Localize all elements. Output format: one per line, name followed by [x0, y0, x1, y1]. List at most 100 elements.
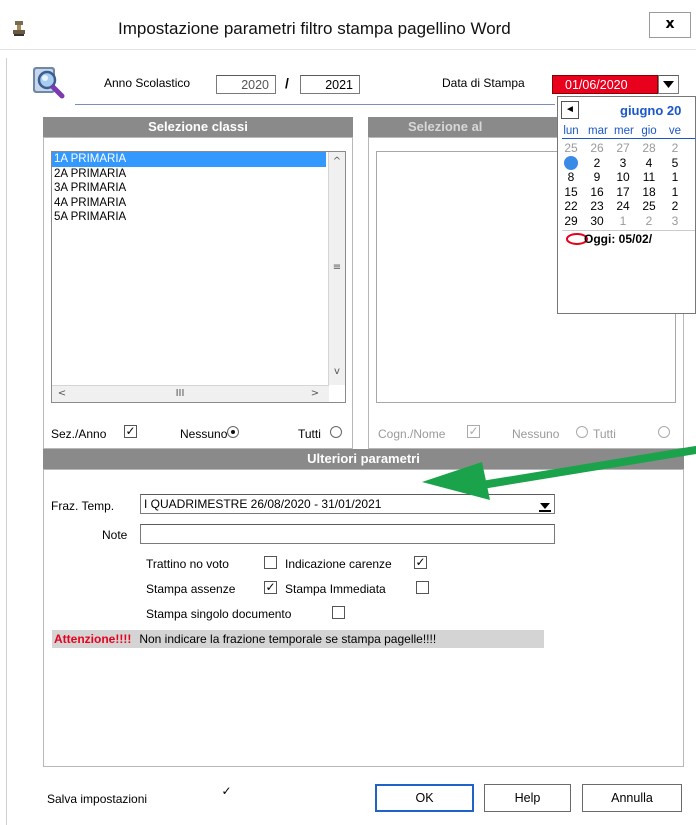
calendar-day[interactable]: 18 — [640, 185, 658, 199]
calendar-day-name: ve — [668, 125, 682, 137]
calendar-day[interactable]: 25 — [640, 199, 658, 213]
list-item[interactable]: 3A PRIMARIA — [52, 181, 326, 196]
calendar-prev-button[interactable]: ◄ — [561, 101, 579, 119]
trattino-label: Trattino no voto — [146, 557, 229, 571]
calendar-day[interactable]: 24 — [614, 199, 632, 213]
classes-tutti-label: Tutti — [298, 427, 321, 441]
calendar-day[interactable]: 22 — [562, 199, 580, 213]
calendar-day[interactable]: 3 — [666, 214, 684, 228]
calendar-day[interactable]: 4 — [640, 156, 658, 170]
scroll-right-icon[interactable]: > — [307, 386, 323, 402]
calendar-day[interactable]: 1 — [666, 170, 684, 184]
list-item[interactable]: 5A PRIMARIA — [52, 210, 326, 225]
calendar-day[interactable]: 2 — [666, 141, 684, 155]
assenze-label: Stampa assenze — [146, 582, 236, 596]
annulla-button[interactable]: Annulla — [582, 784, 682, 812]
note-input[interactable] — [140, 524, 555, 544]
calendar-popup: ◄ giugno 20 lun mar mer gio ve 25 26 27 28 2 1 2 3 4… — [557, 96, 696, 314]
assenze-checkbox[interactable]: ✓ — [264, 581, 277, 594]
calendar-day[interactable]: 1 — [666, 185, 684, 199]
salva-impostazioni-checkbox[interactable]: ✓ — [220, 785, 233, 799]
cogn-nome-label: Cogn./Nome — [378, 427, 446, 441]
data-stampa-field[interactable]: 01/06/2020 — [552, 75, 658, 94]
immediata-label: Stampa Immediata — [285, 582, 386, 596]
classes-listbox[interactable]: 1A PRIMARIA 2A PRIMARIA 3A PRIMARIA 4A PRIM… — [51, 151, 346, 403]
cogn-nome-checkbox[interactable]: ✓ — [467, 425, 480, 438]
classes-hscrollbar[interactable]: < III > — [52, 385, 329, 402]
calendar-month-label[interactable]: giugno 20 — [620, 103, 681, 118]
magnifier-icon — [30, 62, 70, 102]
calendar-day[interactable]: 29 — [562, 214, 580, 228]
calendar-day[interactable]: 27 — [614, 141, 632, 155]
stamp-icon — [12, 20, 26, 36]
list-item[interactable]: 1A PRIMARIA — [52, 152, 326, 167]
scroll-down-icon[interactable]: v — [329, 364, 345, 380]
calendar-day[interactable]: 28 — [640, 141, 658, 155]
anno-separator: / — [285, 75, 289, 91]
list-item[interactable]: 2A PRIMARIA — [52, 167, 326, 182]
calendar-day[interactable]: 23 — [588, 199, 606, 213]
calendar-day-name: gio — [641, 125, 657, 137]
scroll-left-icon[interactable]: < — [54, 386, 70, 402]
students-tutti-radio[interactable] — [658, 426, 670, 438]
calendar-day[interactable]: 10 — [614, 170, 632, 184]
calendar-day-name: mer — [614, 125, 634, 137]
anno-scolastico-label: Anno Scolastico — [104, 76, 191, 90]
annotation-arrow-icon — [420, 440, 696, 500]
ok-button[interactable]: OK — [375, 784, 474, 812]
carenze-checkbox[interactable]: ✓ — [414, 556, 427, 569]
header-underline — [75, 104, 555, 105]
calendar-day[interactable]: 11 — [640, 170, 658, 184]
attention-title: Attenzione!!!! — [54, 632, 132, 646]
calendar-day-names: lun mar mer gio ve — [562, 125, 695, 139]
anno-end-field[interactable]: 2021 — [300, 75, 360, 94]
calendar-day[interactable]: 26 — [588, 141, 606, 155]
sez-anno-checkbox[interactable]: ✓ — [124, 425, 137, 438]
calendar-day[interactable]: 1 — [614, 214, 632, 228]
list-item[interactable]: 4A PRIMARIA — [52, 196, 326, 211]
calendar-day[interactable]: 5 — [666, 156, 684, 170]
calendar-day-name: lun — [563, 125, 579, 137]
immediata-checkbox[interactable] — [416, 581, 429, 594]
classes-tutti-radio[interactable] — [330, 426, 342, 438]
calendar-day[interactable]: 2 — [666, 199, 684, 213]
classes-nessuno-radio[interactable] — [227, 426, 239, 438]
close-button[interactable]: x — [649, 12, 691, 38]
calendar-day[interactable]: 2 — [588, 156, 606, 170]
calendar-day[interactable]: 3 — [614, 156, 632, 170]
calendar-day[interactable]: 17 — [614, 185, 632, 199]
calendar-today-row[interactable]: Oggi: 05/02/ — [562, 230, 695, 246]
students-nessuno-label: Nessuno — [512, 427, 560, 441]
data-stampa-label: Data di Stampa — [442, 76, 525, 90]
help-button[interactable]: Help — [484, 784, 571, 812]
fraz-temp-label: Fraz. Temp. — [51, 499, 115, 513]
singolo-checkbox[interactable] — [332, 606, 345, 619]
calendar-day[interactable]: 30 — [588, 214, 606, 228]
calendar-day[interactable]: 9 — [588, 170, 606, 184]
title-bar: Impostazione parametri filtro stampa pag… — [0, 0, 696, 50]
data-stampa-dropdown-button[interactable] — [658, 75, 679, 94]
calendar-day[interactable]: 2 — [640, 214, 658, 228]
trattino-checkbox[interactable] — [264, 556, 277, 569]
students-nessuno-radio[interactable] — [576, 426, 588, 438]
note-label: Note — [102, 528, 128, 542]
scroll-grip-icon[interactable]: ≡ — [329, 260, 345, 276]
singolo-label: Stampa singolo documento — [146, 607, 292, 621]
calendar-day[interactable]: 15 — [562, 185, 580, 199]
scroll-hgrip-icon[interactable]: III — [172, 386, 188, 402]
sez-anno-label: Sez./Anno — [51, 427, 107, 441]
section-selezione-alunni: Selezione al — [368, 117, 557, 137]
calendar-day[interactable]: 8 — [562, 170, 580, 184]
dialog-window: Impostazione parametri filtro stampa pag… — [0, 0, 696, 825]
classes-vscrollbar[interactable]: ^ ≡ v — [328, 152, 345, 385]
classes-list: 1A PRIMARIA 2A PRIMARIA 3A PRIMARIA 4A PRIM… — [52, 152, 345, 225]
anno-start-field[interactable]: 2020 — [216, 75, 276, 94]
calendar-day[interactable]: 1 — [564, 155, 578, 170]
calendar-day[interactable]: 16 — [588, 185, 606, 199]
carenze-label: Indicazione carenze — [285, 557, 392, 571]
calendar-header: ◄ giugno 20 — [558, 97, 695, 123]
calendar-day-name: mar — [588, 125, 608, 137]
calendar-today-label: Oggi: 05/02/ — [584, 232, 653, 246]
calendar-day[interactable]: 25 — [562, 141, 580, 155]
scroll-up-icon[interactable]: ^ — [329, 154, 345, 170]
